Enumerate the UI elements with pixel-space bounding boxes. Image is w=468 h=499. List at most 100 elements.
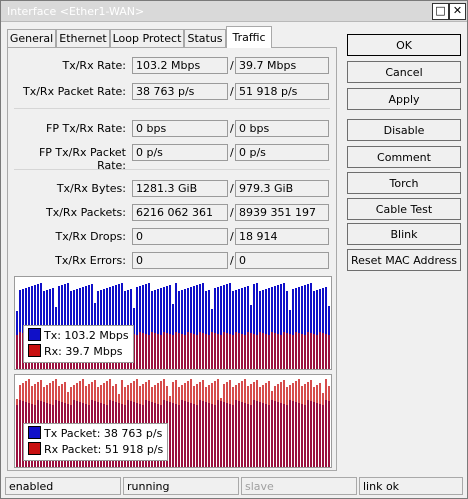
packet-rx-bar [193, 386, 195, 467]
section-divider [14, 169, 330, 170]
packet-rx-bar [241, 381, 243, 467]
rate-rx-bar [181, 334, 183, 369]
maximize-button[interactable]: □ [432, 3, 449, 20]
rate-rx-bar [238, 333, 240, 369]
rate-rx-bar [268, 335, 270, 369]
separator-slash: / [230, 254, 234, 267]
window-title: Interface <Ether1-WAN> [7, 5, 145, 18]
packet-rx-bar [229, 380, 231, 467]
traffic-panel: Tx/Rx Rate: 103.2 Mbps / 39.7 Mbps Tx/Rx… [7, 47, 337, 471]
rate-rx-bar [259, 332, 261, 369]
rate-rx-bar [247, 332, 249, 369]
tx-rate-field: 103.2 Mbps [132, 57, 228, 74]
tab-ethernet[interactable]: Ethernet [56, 29, 110, 47]
rate-rx-bar [250, 333, 252, 369]
status-slave: slave [241, 477, 357, 495]
legend-tx-packet-text: Tx Packet: 38 763 p/s [44, 427, 163, 440]
rate-rx-bar [301, 334, 303, 369]
packet-rx-bar [187, 381, 189, 467]
reset-mac-address-button[interactable]: Reset MAC Address [347, 249, 461, 271]
packet-rx-bar [226, 382, 228, 467]
packet-graph: Tx Packet: 38 763 p/s Rx Packet: 51 918 … [14, 374, 332, 468]
rate-rx-bar [184, 335, 186, 369]
rate-rx-bar [295, 332, 297, 369]
cable-test-button[interactable]: Cable Test [347, 198, 461, 220]
tx-rx-rate-label: Tx/Rx Rate: [62, 59, 126, 72]
rate-rx-bar [313, 334, 315, 369]
packet-rx-bar [304, 384, 306, 467]
status-running: running [123, 477, 239, 495]
packet-rx-bar [220, 398, 222, 467]
tx-rx-errors-label: Tx/Rx Errors: [55, 254, 126, 267]
rate-rx-bar [190, 333, 192, 369]
tab-general[interactable]: General [7, 29, 56, 47]
packet-rx-bar [310, 380, 312, 467]
rate-rx-bar [316, 335, 318, 369]
rate-rx-bar [319, 332, 321, 369]
rate-rx-bar [307, 332, 309, 369]
packet-rx-bar [253, 382, 255, 467]
tx-packets-field: 6216 062 361 [132, 204, 228, 221]
tab-status[interactable]: Status [184, 29, 226, 47]
tx-drops-field: 0 [132, 228, 228, 245]
packet-rx-bar [16, 399, 18, 467]
rx-packet-rate-field: 51 918 p/s [235, 83, 329, 100]
close-button[interactable]: ✕ [449, 3, 466, 20]
separator-slash: / [230, 230, 234, 243]
fp-tx-packet-rate-field: 0 p/s [132, 144, 228, 161]
legend-rx-packet-text: Rx Packet: 51 918 p/s [44, 443, 164, 456]
packet-rx-bar [199, 382, 201, 467]
fp-tx-rate-field: 0 bps [132, 120, 228, 137]
torch-button[interactable]: Torch [347, 172, 461, 194]
tx-rx-packets-label: Tx/Rx Packets: [45, 206, 126, 219]
rate-rx-bar [178, 333, 180, 369]
separator-slash: / [230, 122, 234, 135]
rate-rx-bar [169, 334, 171, 369]
rate-rx-bar [322, 333, 324, 369]
rate-rx-bar [217, 334, 219, 369]
packet-rx-bar [292, 383, 294, 467]
comment-button[interactable]: Comment [347, 146, 461, 168]
tab-loop-protect[interactable]: Loop Protect [110, 29, 184, 47]
tx-packet-color-swatch [28, 426, 41, 439]
rate-rx-bar [154, 333, 156, 369]
tx-rx-drops-label: Tx/Rx Drops: [55, 230, 127, 243]
packet-rx-bar [262, 385, 264, 467]
rate-rx-bar [262, 333, 264, 369]
packet-rx-bar [181, 385, 183, 467]
packet-rx-bar [208, 385, 210, 467]
tab-traffic[interactable]: Traffic [226, 26, 272, 48]
fp-tx-rx-rate-label: FP Tx/Rx Rate: [46, 122, 126, 135]
rate-rx-bar [160, 335, 162, 369]
separator-slash: / [230, 206, 234, 219]
rate-rx-bar [166, 333, 168, 369]
tx-rx-packet-rate-label: Tx/Rx Packet Rate: [23, 85, 126, 98]
packet-rx-bar [211, 383, 213, 467]
packet-rx-bar [328, 386, 330, 467]
blink-button[interactable]: Blink [347, 223, 461, 245]
section-divider [14, 108, 330, 109]
rate-rx-bar [289, 334, 291, 369]
rate-rx-bar [175, 332, 177, 369]
rate-rx-bar [136, 335, 138, 369]
apply-button[interactable]: Apply [347, 88, 461, 110]
packet-rx-bar [184, 383, 186, 467]
rate-rx-bar [214, 333, 216, 369]
rate-rx-bar [139, 332, 141, 369]
packet-rx-bar [235, 385, 237, 467]
rate-rx-bar [310, 333, 312, 369]
disable-button[interactable]: Disable [347, 119, 461, 141]
ok-button[interactable]: OK [347, 34, 461, 56]
packet-rx-bar [268, 381, 270, 467]
legend-rx-text: Rx: 39.7 Mbps [44, 345, 123, 358]
rate-rx-bar [163, 332, 165, 369]
packet-rx-bar [319, 383, 321, 467]
tx-packet-rate-field: 38 763 p/s [132, 83, 228, 100]
cancel-button[interactable]: Cancel [347, 61, 461, 83]
status-link: link ok [359, 477, 463, 495]
legend-rx-packet-row: Rx Packet: 51 918 p/s [28, 442, 163, 458]
packet-rx-bar [19, 385, 21, 467]
rate-rx-bar [205, 334, 207, 369]
rate-rx-bar [277, 334, 279, 369]
tx-color-swatch [28, 328, 41, 341]
